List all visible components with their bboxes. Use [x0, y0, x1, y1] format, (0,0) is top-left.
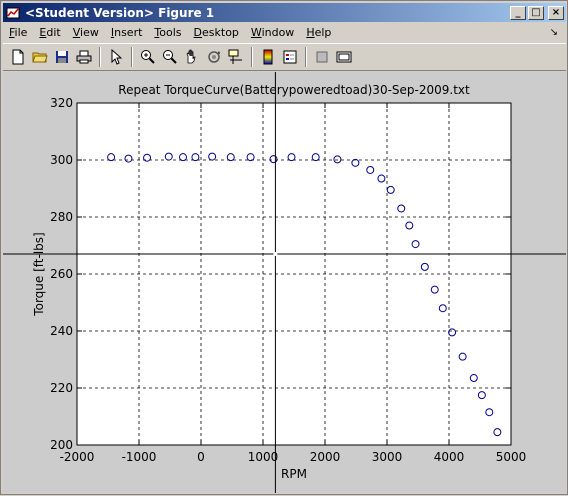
print-icon[interactable] [73, 46, 95, 68]
minimize-icon: _ [515, 6, 521, 18]
maximize-button[interactable]: □ [528, 5, 544, 20]
y-tick-label: 280 [50, 210, 73, 224]
figure-canvas: -2000 -1000 0 1000 2000 3000 4000 5000 200 220 240… [3, 72, 566, 493]
menu-help[interactable]: Help [300, 26, 337, 39]
zoom-out-icon[interactable] [159, 46, 181, 68]
x-tick-label: -1000 [122, 450, 157, 464]
menu-insert[interactable]: Insert [105, 26, 149, 39]
y-tick-label: 320 [50, 96, 73, 110]
show-plot-tools-icon[interactable] [333, 46, 355, 68]
pan-icon[interactable] [181, 46, 203, 68]
close-icon: × [551, 6, 561, 18]
new-file-icon[interactable] [7, 46, 29, 68]
insert-colorbar-icon[interactable] [257, 46, 279, 68]
y-tick-label: 260 [50, 267, 73, 281]
toolbar-separator [251, 47, 253, 67]
dock-arrow-icon[interactable]: ↘ [550, 27, 558, 38]
torque-curve-plot[interactable]: -2000 -1000 0 1000 2000 3000 4000 5000 200 220 240… [3, 72, 566, 493]
menu-window[interactable]: Window [245, 26, 300, 39]
edit-plot-icon[interactable] [105, 46, 127, 68]
x-tick-label: -2000 [60, 450, 95, 464]
hide-plot-tools-icon[interactable] [311, 46, 333, 68]
matlab-figure-icon [5, 5, 21, 21]
menu-view[interactable]: View [67, 26, 105, 39]
save-icon[interactable] [51, 46, 73, 68]
x-tick-label: 2000 [310, 450, 341, 464]
open-folder-icon[interactable] [29, 46, 51, 68]
x-tick-label: 3000 [372, 450, 403, 464]
maximize-icon: □ [531, 6, 541, 18]
y-tick-label: 200 [50, 438, 73, 452]
insert-legend-icon[interactable] [279, 46, 301, 68]
x-tick-label: 5000 [496, 450, 527, 464]
menu-bar: File Edit View Insert Tools Desktop Wind… [3, 23, 566, 42]
y-tick-label: 240 [50, 324, 73, 338]
minimize-button[interactable]: _ [510, 5, 526, 20]
title-bar[interactable]: <Student Version> Figure 1 _ □ × [3, 3, 566, 22]
menu-tools[interactable]: Tools [148, 26, 187, 39]
x-tick-label: 4000 [434, 450, 465, 464]
x-tick-label: 0 [197, 450, 205, 464]
zoom-in-icon[interactable] [137, 46, 159, 68]
rotate-3d-icon[interactable] [203, 46, 225, 68]
toolbar-separator [99, 47, 101, 67]
x-axis-label: RPM [281, 467, 307, 481]
data-cursor-icon[interactable] [225, 46, 247, 68]
menu-edit[interactable]: Edit [33, 26, 66, 39]
chart-title: Repeat TorqueCurve(Batterypoweredtoad)30… [118, 83, 470, 97]
y-tick-label: 220 [50, 381, 73, 395]
figure-window: <Student Version> Figure 1 _ □ × File Ed… [0, 0, 568, 495]
y-axis-label: Torque [ft-lbs] [32, 232, 46, 316]
menu-desktop[interactable]: Desktop [188, 26, 245, 39]
crosshair-center [273, 252, 278, 257]
menu-file[interactable]: File [3, 26, 33, 39]
y-tick-label: 300 [50, 153, 73, 167]
x-tick-label: 1000 [248, 450, 279, 464]
figure-toolbar [3, 43, 566, 71]
window-title: <Student Version> Figure 1 [25, 5, 215, 20]
toolbar-separator [131, 47, 133, 67]
toolbar-separator [305, 47, 307, 67]
close-button[interactable]: × [548, 5, 564, 20]
